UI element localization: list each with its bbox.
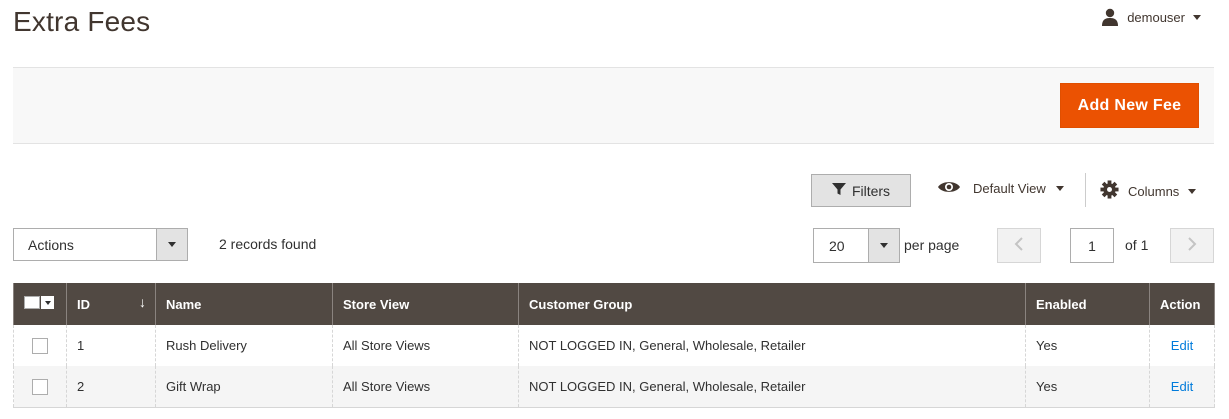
- default-view-label: Default View: [973, 181, 1046, 196]
- gear-icon: [1100, 180, 1119, 202]
- cell-store-view: All Store Views: [332, 366, 519, 408]
- row-select-cell: [13, 325, 67, 366]
- chevron-down-icon: [1193, 14, 1201, 20]
- columns-dropdown[interactable]: Columns: [1100, 180, 1197, 202]
- column-header-action: Action: [1149, 283, 1215, 325]
- user-name: demouser: [1127, 9, 1185, 25]
- filter-icon: [831, 182, 846, 199]
- chevron-down-icon: [1188, 188, 1197, 194]
- mass-actions-value: Actions: [28, 236, 74, 253]
- chevron-left-icon: [1014, 237, 1024, 254]
- eye-icon: [937, 180, 961, 197]
- cell-action: Edit: [1149, 325, 1215, 366]
- grid-toolbar-top: Filters Default View Columns: [0, 173, 1229, 209]
- user-account-menu[interactable]: demouser: [1101, 8, 1201, 26]
- default-view-dropdown[interactable]: Default View: [937, 180, 1064, 197]
- table-row: 2 Gift Wrap All Store Views NOT LOGGED I…: [13, 366, 1215, 408]
- current-page-input[interactable]: [1070, 228, 1114, 263]
- row-select-cell: [13, 366, 67, 408]
- add-new-fee-button[interactable]: Add New Fee: [1060, 83, 1199, 128]
- chevron-down-icon: [156, 229, 187, 260]
- mass-select-header[interactable]: [13, 283, 67, 325]
- chevron-down-icon[interactable]: [41, 296, 54, 309]
- filters-label: Filters: [851, 182, 891, 199]
- column-header-store-view[interactable]: Store View: [332, 283, 519, 325]
- per-page-select[interactable]: 20: [813, 228, 900, 263]
- chevron-down-icon: [1055, 186, 1064, 191]
- cell-customer-group: NOT LOGGED IN, General, Wholesale, Retai…: [518, 325, 1026, 366]
- cell-store-view: All Store Views: [332, 325, 519, 366]
- cell-enabled: Yes: [1025, 366, 1150, 408]
- previous-page-button[interactable]: [997, 228, 1041, 263]
- column-header-customer-group[interactable]: Customer Group: [518, 283, 1026, 325]
- total-pages-label: of 1: [1125, 237, 1149, 253]
- row-checkbox[interactable]: [32, 337, 48, 354]
- select-all-checkbox[interactable]: [24, 296, 40, 309]
- page-actions-bar: Add New Fee: [13, 67, 1214, 144]
- page-title: Extra Fees: [13, 6, 151, 37]
- grid-header-row: ID ↓ Name Store View Customer Group Enab…: [13, 283, 1215, 325]
- edit-link[interactable]: Edit: [1171, 379, 1193, 394]
- per-page-label: per page: [904, 237, 960, 253]
- chevron-down-icon: [868, 229, 899, 262]
- grid-toolbar-bottom: Actions 2 records found 20 per page of 1: [0, 228, 1229, 263]
- columns-label: Columns: [1128, 183, 1180, 199]
- edit-link[interactable]: Edit: [1171, 338, 1193, 353]
- table-row: 1 Rush Delivery All Store Views NOT LOGG…: [13, 325, 1215, 366]
- cell-customer-group: NOT LOGGED IN, General, Wholesale, Retai…: [518, 366, 1026, 408]
- column-header-enabled[interactable]: Enabled: [1025, 283, 1150, 325]
- cell-enabled: Yes: [1025, 325, 1150, 366]
- filters-button[interactable]: Filters: [811, 174, 911, 207]
- cell-id: 2: [66, 366, 156, 408]
- toolbar-divider: [1085, 173, 1086, 207]
- records-count: 2 records found: [219, 236, 317, 252]
- cell-name: Gift Wrap: [155, 366, 333, 408]
- cell-name: Rush Delivery: [155, 325, 333, 366]
- next-page-button[interactable]: [1170, 228, 1214, 263]
- user-icon: [1101, 8, 1119, 26]
- extra-fees-grid: ID ↓ Name Store View Customer Group Enab…: [13, 283, 1215, 408]
- mass-select-control[interactable]: [24, 296, 54, 309]
- column-header-name[interactable]: Name: [155, 283, 333, 325]
- column-header-id[interactable]: ID ↓: [66, 283, 156, 325]
- sort-arrow-icon: ↓: [139, 294, 146, 310]
- mass-actions-select[interactable]: Actions: [13, 228, 188, 261]
- per-page-value: 20: [829, 237, 845, 254]
- row-checkbox[interactable]: [32, 378, 48, 395]
- cell-action: Edit: [1149, 366, 1215, 408]
- cell-id: 1: [66, 325, 156, 366]
- chevron-right-icon: [1187, 237, 1197, 254]
